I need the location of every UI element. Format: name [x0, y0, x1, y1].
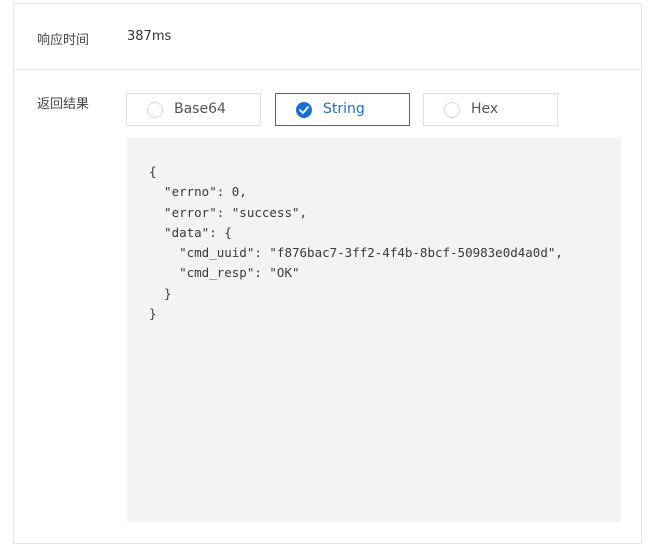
response-body-box[interactable]: { "errno": 0, "error": "success", "data"… [127, 138, 621, 522]
response-detail-panel: 响应时间 387ms 返回结果 Base64 String Hex { "err… [13, 3, 642, 544]
response-time-value: 387ms [127, 29, 172, 44]
response-time-row: 响应时间 387ms [14, 4, 641, 70]
format-option-hex[interactable]: Hex [423, 93, 558, 126]
format-option-label: Hex [471, 101, 499, 117]
format-option-string[interactable]: String [275, 93, 410, 126]
check-icon [296, 102, 312, 118]
radio-empty-icon [147, 102, 163, 118]
format-option-base64[interactable]: Base64 [126, 93, 261, 126]
radio-empty-icon [444, 102, 460, 118]
response-time-label: 响应时间 [37, 33, 90, 48]
format-option-label: String [323, 101, 365, 117]
result-label: 返回结果 [37, 97, 90, 112]
response-body-text: { "errno": 0, "error": "success", "data"… [149, 164, 563, 322]
format-option-label: Base64 [174, 101, 226, 117]
